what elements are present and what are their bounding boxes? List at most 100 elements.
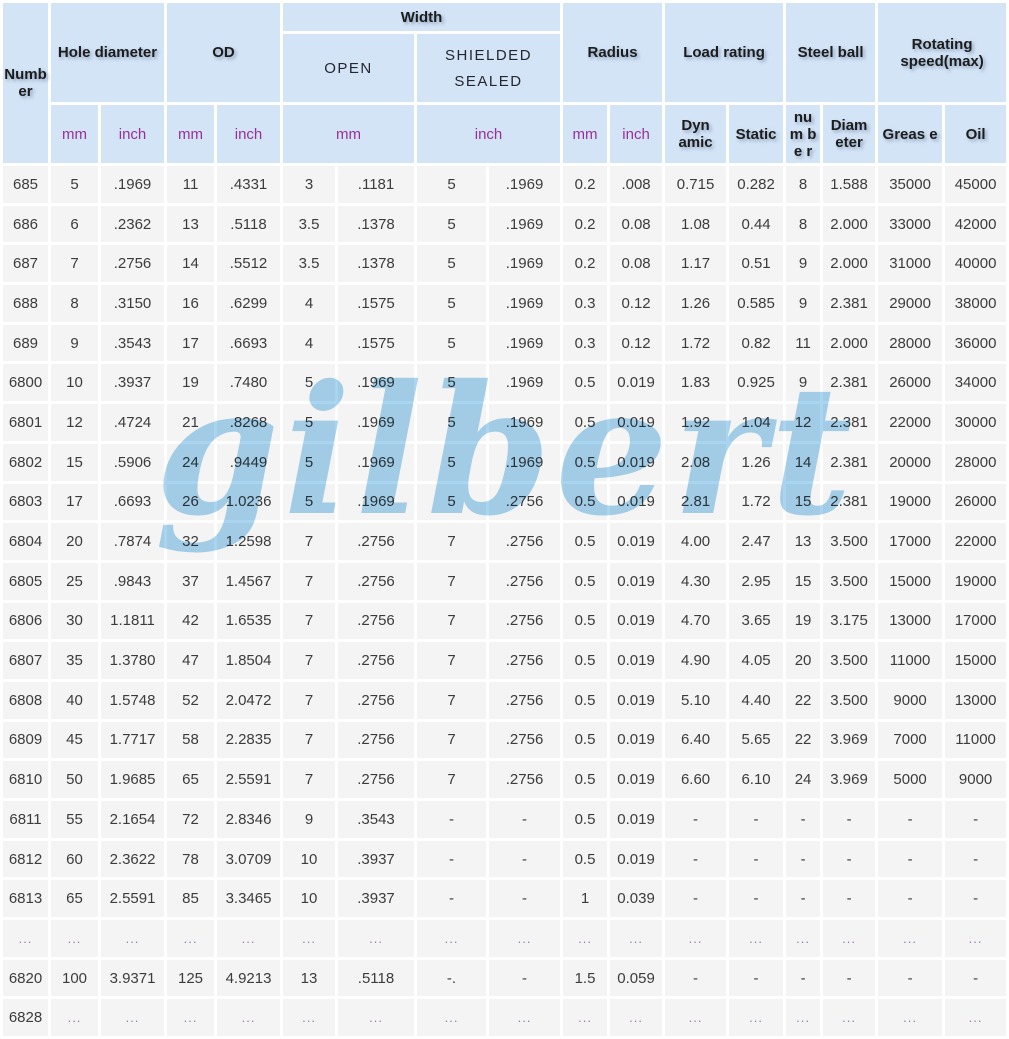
col-header-od: OD <box>167 3 281 102</box>
table-cell: 9 <box>51 324 98 362</box>
sealed-label: SEALED <box>454 72 523 90</box>
table-cell: ... <box>823 920 876 957</box>
table-cell: 0.019 <box>610 801 663 838</box>
table-cell: 0.5 <box>563 443 608 481</box>
table-cell: 60 <box>51 840 98 878</box>
table-cell: 26000 <box>878 364 943 402</box>
table-cell: 7 <box>417 523 487 560</box>
header-row-units: mm inch mm inch mm inch mm inch Dyn amic… <box>3 105 1007 163</box>
table-cell: 0.3 <box>563 285 608 322</box>
table-cell: 0.08 <box>610 245 663 283</box>
table-cell: 13000 <box>945 681 1007 719</box>
table-cell: .1969 <box>489 245 561 283</box>
table-cell: 0.5 <box>563 523 608 560</box>
table-cell: 10 <box>51 364 98 402</box>
table-cell: 1.5 <box>563 959 608 997</box>
table-cell: 2.1654 <box>101 801 165 838</box>
table-cell: .6693 <box>101 483 165 521</box>
table-cell: 3.0709 <box>217 840 281 878</box>
table-cell: 0.5 <box>563 483 608 521</box>
table-cell: 0.5 <box>563 364 608 402</box>
table-cell: - <box>945 840 1007 878</box>
table-cell: .2756 <box>338 523 415 560</box>
table-cell: 0.5 <box>563 840 608 878</box>
table-cell: 6804 <box>3 523 48 560</box>
table-cell: 1.08 <box>665 205 727 243</box>
table-cell: .8268 <box>217 404 281 441</box>
table-cell: 686 <box>3 205 48 243</box>
header-row-groups: Number Hole diameter OD Width Radius Loa… <box>3 3 1007 163</box>
table-cell: - <box>823 880 876 918</box>
table-row: 6804 20.7874 32 1.2598 7.2756 7.2756 0.5 0.019 4… <box>3 523 1007 560</box>
table-cell: ... <box>489 920 561 957</box>
table-cell: 28000 <box>945 443 1007 481</box>
table-cell: 1.92 <box>665 404 727 441</box>
table-cell: 11 <box>167 166 215 203</box>
table-cell: .2756 <box>489 523 561 560</box>
table-cell: .7874 <box>101 523 165 560</box>
table-cell: 35000 <box>878 166 943 203</box>
table-cell: 1.83 <box>665 364 727 402</box>
table-row: 686 6.2362 13.5118 3.5.1378 5.1969 0.2 0.08 1.0… <box>3 205 1007 243</box>
table-cell: .2756 <box>338 761 415 798</box>
table-cell: 5 <box>51 166 98 203</box>
table-row: 6811 55 2.1654 72 2.8346 9.3543- -0.5 0.019- - - -… <box>3 801 1007 838</box>
table-cell: .2756 <box>489 721 561 759</box>
table-cell: ... <box>563 920 608 957</box>
table-cell: 7 <box>283 562 336 600</box>
table-cell: ... <box>51 920 98 957</box>
table-cell: 8 <box>786 166 821 203</box>
table-cell: 7 <box>283 761 336 798</box>
table-cell: 2.381 <box>823 285 876 322</box>
table-cell: - <box>417 880 487 918</box>
table-cell: - <box>878 880 943 918</box>
table-cell: 0.2 <box>563 205 608 243</box>
table-cell: .3937 <box>338 880 415 918</box>
table-cell: 15 <box>51 443 98 481</box>
table-cell: - <box>729 801 784 838</box>
table-cell: 2.47 <box>729 523 784 560</box>
table-cell: 0.019 <box>610 523 663 560</box>
table-cell: 11000 <box>878 642 943 679</box>
table-cell: - <box>665 959 727 997</box>
table-cell: 0.925 <box>729 364 784 402</box>
table-cell: 6810 <box>3 761 48 798</box>
table-cell: 5.65 <box>729 721 784 759</box>
table-cell: - <box>417 801 487 838</box>
table-cell: 11000 <box>945 721 1007 759</box>
table-cell: 0.82 <box>729 324 784 362</box>
table-cell: 72 <box>167 801 215 838</box>
table-cell: .2756 <box>489 602 561 640</box>
col-header-steel-ball: Steel ball <box>786 3 876 102</box>
table-cell: 1.3780 <box>101 642 165 679</box>
table-cell: 5 <box>283 483 336 521</box>
table-cell: 12 <box>51 404 98 441</box>
table-cell: 9 <box>786 285 821 322</box>
table-cell: ... <box>217 920 281 957</box>
table-cell: 3 <box>283 166 336 203</box>
table-cell: 5 <box>417 483 487 521</box>
table-cell: 0.039 <box>610 880 663 918</box>
table-cell: 685 <box>3 166 48 203</box>
col-header-static: Static <box>729 105 784 163</box>
table-cell: ... <box>167 999 215 1037</box>
col-header-ball-number: nu m be r <box>786 105 821 163</box>
table-cell: ... <box>283 920 336 957</box>
table-cell: 2.381 <box>823 404 876 441</box>
table-cell: - <box>945 880 1007 918</box>
table-cell: .3937 <box>338 840 415 878</box>
table-cell: 1.72 <box>665 324 727 362</box>
table-cell: .4724 <box>101 404 165 441</box>
table-cell: 2.381 <box>823 364 876 402</box>
table-cell: - <box>417 840 487 878</box>
table-row: 6812 60 2.3622 78 3.0709 10.3937- -0.5 0.019- - -… <box>3 840 1007 878</box>
table-cell: 0.019 <box>610 404 663 441</box>
table-cell: 0.51 <box>729 245 784 283</box>
table-cell: 5 <box>283 443 336 481</box>
table-cell: .9449 <box>217 443 281 481</box>
table-cell: 14 <box>786 443 821 481</box>
table-cell: .2756 <box>338 562 415 600</box>
table-cell: 0.019 <box>610 562 663 600</box>
table-cell: - <box>945 801 1007 838</box>
col-header-grease: Greas e <box>878 105 943 163</box>
